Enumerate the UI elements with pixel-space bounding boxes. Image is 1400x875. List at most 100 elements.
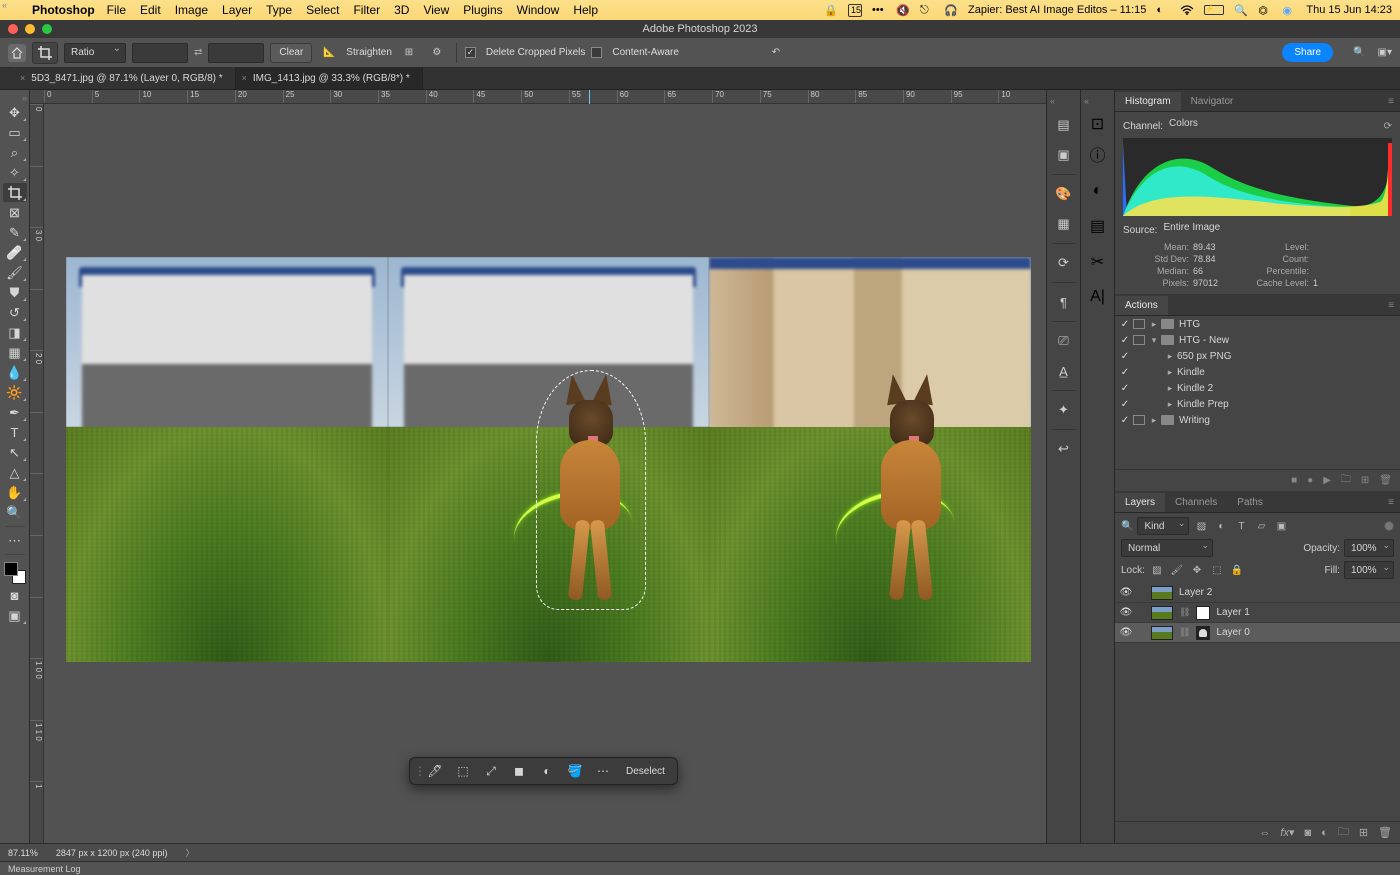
blend-mode-dropdown[interactable]: Normal xyxy=(1121,539,1213,557)
visibility-icon[interactable]: 👁 xyxy=(1119,627,1133,638)
hand-tool[interactable]: ✋ xyxy=(3,483,27,502)
zoom-level[interactable]: 87.11% xyxy=(8,848,38,858)
filter-smart-icon[interactable]: ▣ xyxy=(1273,518,1289,534)
delete-layer-icon[interactable]: 🗑 xyxy=(1378,826,1392,839)
battery-icon[interactable]: ⚡ xyxy=(1204,5,1224,15)
add-mask-icon[interactable]: ◙ xyxy=(1305,827,1312,839)
layer-name[interactable]: Layer 1 xyxy=(1216,607,1249,618)
menu-filter[interactable]: Filter xyxy=(353,3,380,17)
action-row[interactable]: ✓▾HTG - New xyxy=(1115,332,1400,348)
action-toggle-icon[interactable]: ✓ xyxy=(1119,319,1131,330)
layer-row[interactable]: 👁Layer 2 xyxy=(1115,583,1400,603)
search-icon[interactable]: 🔍 xyxy=(1353,47,1365,58)
paragraph-icon[interactable]: A| xyxy=(1090,288,1105,306)
quickmask-icon[interactable]: ◙ xyxy=(3,586,27,605)
crop-width-input[interactable] xyxy=(132,43,188,63)
moon-icon[interactable]: ◐ xyxy=(1156,4,1170,16)
adjustments2-icon[interactable]: ◐ xyxy=(1093,182,1103,200)
action-dialog-icon[interactable] xyxy=(1133,335,1145,345)
tool-presets-icon[interactable]: ⊡ xyxy=(1091,114,1104,134)
action-toggle-icon[interactable]: ✓ xyxy=(1119,335,1131,346)
disclosure-icon[interactable]: ▸ xyxy=(1149,415,1159,426)
disclosure-icon[interactable]: ▸ xyxy=(1165,383,1175,394)
contextual-task-bar[interactable]: ⋮ 🖊 ⬚ ⤢ ◼ ◐ 🪣 ⋯ Deselect xyxy=(409,757,678,785)
brush-tool[interactable]: 🖌 xyxy=(3,263,27,282)
clone-stamp-tool[interactable]: ⛊ xyxy=(3,283,27,302)
source-dropdown[interactable]: Entire Image xyxy=(1163,222,1392,238)
ruler-vertical[interactable]: 03 02 01 0 01 1 01 xyxy=(30,104,44,843)
menu-image[interactable]: Image xyxy=(175,3,208,17)
lock-icon[interactable]: 🔒 xyxy=(824,4,838,17)
drag-handle-icon[interactable]: ⋮ xyxy=(414,764,420,778)
action-row[interactable]: ✓▸HTG xyxy=(1115,316,1400,332)
swap-dimensions-icon[interactable]: ⇄ xyxy=(194,47,202,58)
tab-histogram[interactable]: Histogram xyxy=(1115,92,1181,111)
foreground-background-colors[interactable] xyxy=(3,561,27,585)
glyphs-icon[interactable]: A̲ xyxy=(1053,360,1075,382)
lasso-tool[interactable]: ⌕ xyxy=(3,143,27,162)
toolbox-expand-icon[interactable]: » xyxy=(22,94,27,102)
filter-pixel-icon[interactable]: ▧ xyxy=(1193,518,1209,534)
menu-select[interactable]: Select xyxy=(306,3,339,17)
refresh-icon[interactable]: ⟳ xyxy=(1384,121,1392,132)
layer-thumbnail[interactable] xyxy=(1151,586,1173,600)
lock-transparency-icon[interactable]: ▨ xyxy=(1149,562,1165,578)
spotlight-icon[interactable]: 🔍 xyxy=(1234,4,1248,17)
path-select-tool[interactable]: ↖ xyxy=(3,443,27,462)
ratio-preset-dropdown[interactable]: Ratio xyxy=(64,43,126,63)
action-toggle-icon[interactable]: ✓ xyxy=(1119,399,1131,410)
history-icon[interactable]: ↩ xyxy=(1053,438,1075,460)
transform-icon[interactable]: ⤢ xyxy=(478,760,504,782)
action-row[interactable]: ✓▸Writing xyxy=(1115,412,1400,428)
notes-icon[interactable]: ▤ xyxy=(1090,216,1105,236)
control-center-icon[interactable]: ⏣ xyxy=(1258,4,1272,17)
lock-all-icon[interactable]: 🔒 xyxy=(1229,562,1245,578)
layer-thumbnail[interactable] xyxy=(1151,606,1173,620)
action-toggle-icon[interactable]: ✓ xyxy=(1119,351,1131,362)
expand-dock-icon[interactable]: « xyxy=(1050,96,1055,106)
lock-artboard-icon[interactable]: ⬚ xyxy=(1209,562,1225,578)
crop-tool-icon[interactable] xyxy=(32,42,58,64)
filter-toggle[interactable] xyxy=(1384,521,1394,531)
select-subject-icon[interactable]: ⬚ xyxy=(450,760,476,782)
history-brush-tool[interactable]: ↺ xyxy=(3,303,27,322)
crop-tool[interactable] xyxy=(3,183,27,202)
canvas[interactable]: ⋮ 🖊 ⬚ ⤢ ◼ ◐ 🪣 ⋯ Deselect xyxy=(44,104,1046,843)
swatches-icon[interactable]: ▦ xyxy=(1053,213,1075,235)
dodge-tool[interactable]: 🔆 xyxy=(3,383,27,402)
reset-icon[interactable]: ↶ xyxy=(765,43,787,63)
overlay-grid-icon[interactable]: ⊞ xyxy=(398,43,420,63)
mute-icon[interactable]: 🔇 xyxy=(896,4,910,17)
action-dialog-icon[interactable] xyxy=(1133,415,1145,425)
play-icon[interactable]: ▶ xyxy=(1323,475,1331,486)
wifi-icon[interactable] xyxy=(1180,5,1194,15)
home-button[interactable] xyxy=(8,44,26,62)
action-toggle-icon[interactable]: ✓ xyxy=(1119,415,1131,426)
clone-source-icon[interactable]: ✂ xyxy=(1091,252,1104,272)
adjustments-icon[interactable]: ⟳ xyxy=(1053,252,1075,274)
screenmode-icon[interactable]: ▣ xyxy=(3,606,27,625)
new-fill-adjust-icon[interactable]: ◐ xyxy=(1321,827,1328,839)
headphones-icon[interactable]: 🎧 xyxy=(944,4,958,17)
menu-edit[interactable]: Edit xyxy=(140,3,161,17)
filter-type-icon[interactable]: T xyxy=(1233,518,1249,534)
panel-menu-icon[interactable]: ≡ xyxy=(1382,92,1400,111)
ruler-horizontal[interactable]: 0510152025303540455055606570758085909510 xyxy=(30,90,1046,104)
type-tool[interactable]: T xyxy=(3,423,27,442)
blur-tool[interactable]: 💧 xyxy=(3,363,27,382)
clock[interactable]: Thu 15 Jun 14:23 xyxy=(1306,4,1392,16)
tab-layers[interactable]: Layers xyxy=(1115,493,1165,512)
workspace-switcher-icon[interactable]: ▣▾ xyxy=(1378,47,1392,58)
color-icon[interactable]: 🎨 xyxy=(1053,183,1075,205)
filter-adjust-icon[interactable]: ◐ xyxy=(1213,518,1229,534)
menu-layer[interactable]: Layer xyxy=(222,3,252,17)
layer-name[interactable]: Layer 0 xyxy=(1216,627,1249,638)
character-icon[interactable]: ¶ xyxy=(1053,291,1075,313)
straighten-label[interactable]: Straighten xyxy=(346,47,392,58)
action-row[interactable]: ✓▸650 px PNG xyxy=(1115,348,1400,364)
record-icon[interactable]: ● xyxy=(1307,475,1313,486)
new-group-icon[interactable]: 🗀 xyxy=(1338,823,1349,842)
layer-filter-kind[interactable]: Kind xyxy=(1137,517,1189,535)
layer-thumbnail[interactable] xyxy=(1151,626,1173,640)
histogram-graph[interactable] xyxy=(1123,138,1392,216)
